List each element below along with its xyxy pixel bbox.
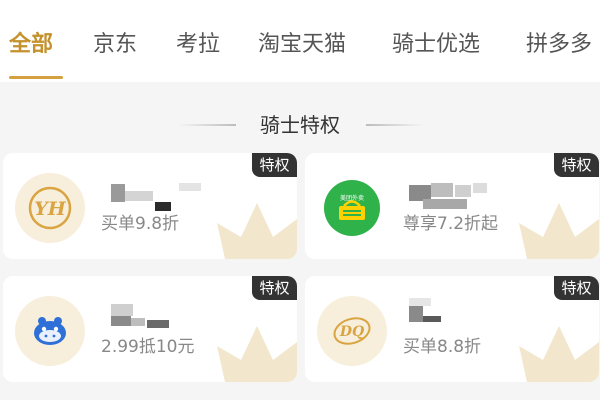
privilege-badge: 特权: [554, 153, 599, 177]
blurred-name: [423, 316, 441, 322]
blurred-name: [455, 185, 471, 197]
benefit-text: 尊享7.2折起: [403, 214, 499, 234]
blurred-name: [179, 183, 201, 191]
blurred-name: [409, 298, 431, 306]
tab-all[interactable]: 全部: [9, 30, 53, 60]
blurred-name: [409, 306, 423, 322]
blurred-name: [131, 318, 145, 326]
privilege-badge: 特权: [252, 276, 297, 300]
benefit-text: 买单8.8折: [403, 337, 482, 357]
privilege-card-yh[interactable]: 特权 YH 买单9.8折: [3, 153, 297, 259]
blurred-name: [111, 304, 133, 316]
dq-logo-icon: DQ: [317, 296, 387, 366]
meituan-waimai-logo-icon: 美团外卖: [317, 173, 387, 243]
blurred-name: [155, 202, 171, 211]
crown-watermark-icon: [217, 326, 297, 382]
tab-pinduoduo[interactable]: 拼多多: [526, 30, 592, 60]
tab-knight-select[interactable]: 骑士优选: [392, 30, 480, 60]
category-tab-bar: 全部 京东 考拉 淘宝天猫 骑士优选 拼多多: [0, 0, 600, 82]
dq-logo-text: DQ: [339, 324, 364, 340]
yh-logo-text: YH: [34, 198, 67, 220]
privilege-card-meituan-waimai[interactable]: 特权 美团外卖 尊享7.2折起: [305, 153, 599, 259]
tab-jd[interactable]: 京东: [93, 30, 137, 60]
section-title: 骑士特权: [260, 113, 340, 137]
privilege-badge: 特权: [252, 153, 297, 177]
blurred-name: [431, 183, 453, 197]
blurred-name: [473, 183, 487, 193]
blurred-name: [125, 191, 153, 201]
blurred-name: [111, 184, 125, 202]
yh-logo-icon: YH: [15, 173, 85, 243]
crown-watermark-icon: [217, 203, 297, 259]
tab-kaola[interactable]: 考拉: [176, 30, 220, 60]
crown-watermark-icon: [519, 203, 599, 259]
active-tab-underline: [9, 76, 63, 79]
blurred-name: [423, 199, 467, 209]
blurred-name: [111, 316, 131, 326]
hippo-logo-icon: [15, 296, 85, 366]
crown-watermark-icon: [519, 326, 599, 382]
privilege-badge: 特权: [554, 276, 599, 300]
tab-taobao-tmall[interactable]: 淘宝天猫: [258, 30, 346, 60]
privilege-card-hippo[interactable]: 特权 2.99抵10元: [3, 276, 297, 382]
benefit-text: 买单9.8折: [101, 214, 180, 234]
section-title-divider-right: [366, 124, 424, 126]
blurred-name: [147, 320, 169, 328]
privilege-card-dq[interactable]: 特权 DQ 买单8.8折: [305, 276, 599, 382]
benefit-text: 2.99抵10元: [101, 337, 195, 357]
